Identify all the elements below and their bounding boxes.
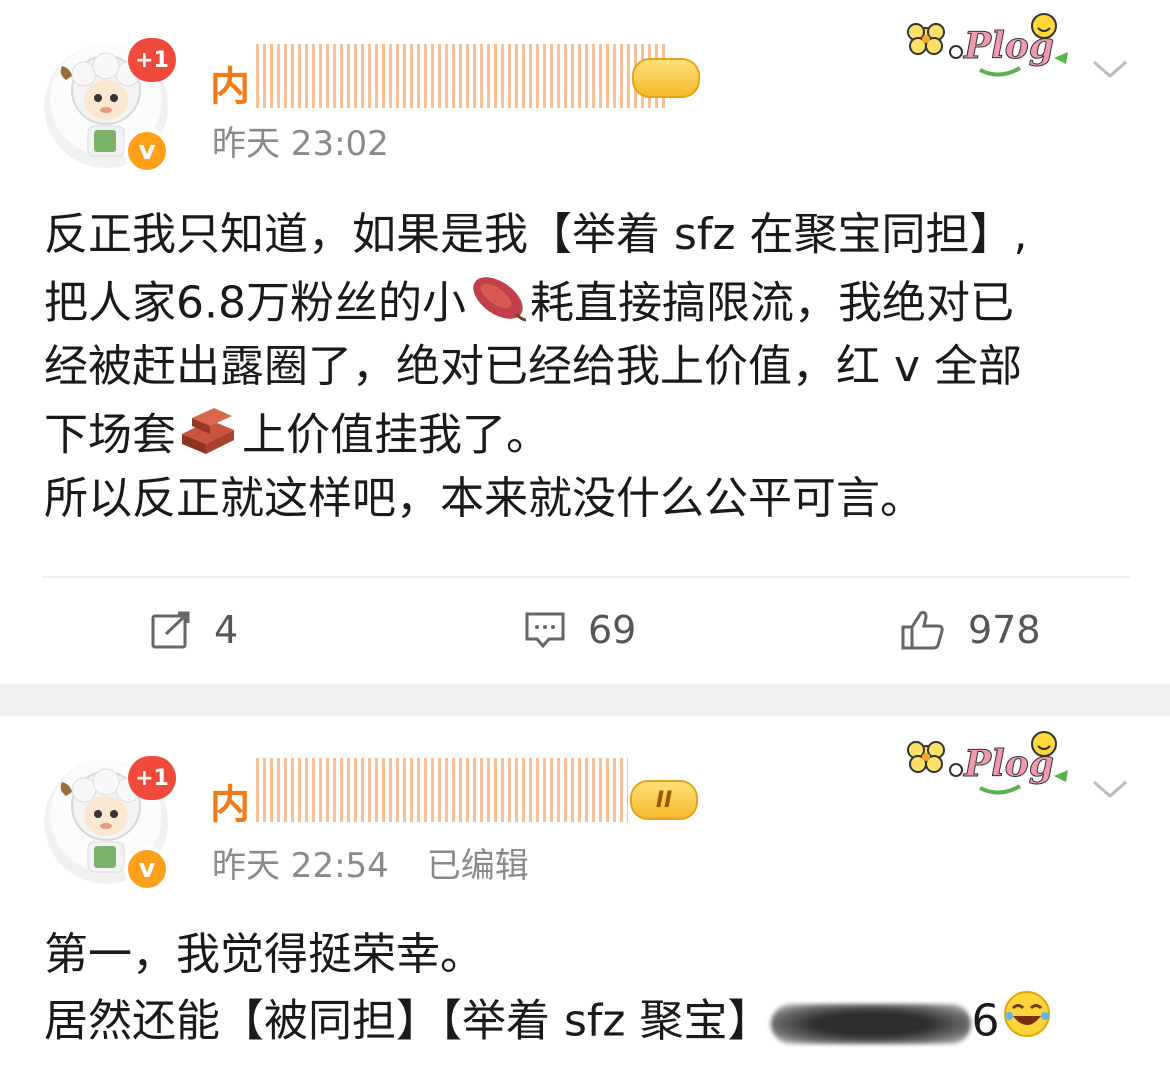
repost-icon (151, 611, 190, 649)
post-card-2: +1 v 内 II 昨天 22:54 已编辑 Plog 第一，我觉得挺荣幸。 居… (0, 716, 1170, 1066)
post-content: 第一，我觉得挺荣幸。 居然还能【被同担】【举着 sfz 聚宝】 6 (44, 922, 1134, 1054)
obscured-username-overlay (256, 44, 666, 108)
edited-label: 已编辑 (426, 846, 529, 886)
laughing-emoji (999, 988, 1055, 1059)
content-line: 把人家6.8万粉丝的小 耗直接搞限流，我绝对已 (44, 268, 1134, 334)
post-meta: 昨天 23:02 (212, 116, 389, 165)
repost-button[interactable]: 4 (150, 604, 238, 656)
post-card-1: +1 v 内 昨天 23:02 Plog 反正我只知道，如果是我【举着 sfz … (0, 0, 1170, 684)
verified-badge: v (124, 846, 170, 892)
content-line: 经被赶出露圈了，绝对已经给我上价值，红 v 全部 (44, 341, 1023, 392)
like-count: 978 (968, 608, 1041, 652)
post-meta: 昨天 22:54 已编辑 (212, 838, 529, 887)
sweet-potato-emoji (466, 268, 530, 343)
redaction-mask (771, 1003, 972, 1044)
comment-icon (525, 612, 565, 649)
content-line: 第一，我觉得挺荣幸。 (44, 929, 484, 980)
thumbs-up-icon (901, 611, 944, 650)
post-time: 昨天 22:54 (212, 846, 389, 886)
post-time: 昨天 23:02 (212, 124, 389, 164)
chevron-down-icon[interactable] (1092, 778, 1128, 804)
plus-one-badge: +1 (128, 38, 176, 82)
content-line: 所以反正就这样吧，本来就没什么公平可言。 (44, 473, 924, 524)
plus-one-badge: +1 (128, 756, 176, 800)
username[interactable]: 内 (210, 772, 250, 830)
post-separator (0, 684, 1170, 716)
level-badge: II (630, 780, 698, 820)
divider (42, 576, 1130, 578)
chevron-down-icon[interactable] (1092, 58, 1128, 84)
post-content: 反正我只知道，如果是我【举着 sfz 在聚宝同担】, 把人家6.8万粉丝的小 耗… (44, 202, 1134, 532)
level-badge (632, 58, 700, 98)
username[interactable]: 内 (210, 54, 250, 112)
obscured-username-overlay (256, 758, 628, 822)
verified-badge: v (124, 128, 170, 174)
content-line: 反正我只知道，如果是我【举着 sfz 在聚宝同担】, (44, 209, 1028, 260)
comment-count: 69 (588, 608, 637, 652)
bricks-emoji (176, 400, 242, 475)
content-line: 下场套 上价值挂我了。 (44, 400, 1134, 466)
plog-flower-sticker: Plog (904, 8, 1080, 88)
content-line: 居然还能【被同担】【举着 sfz 聚宝】 6 (44, 988, 1134, 1054)
plog-flower-sticker: Plog (904, 726, 1080, 806)
repost-count: 4 (214, 608, 239, 652)
comment-button[interactable]: 69 (524, 604, 636, 656)
like-button[interactable]: 978 (900, 604, 1041, 656)
